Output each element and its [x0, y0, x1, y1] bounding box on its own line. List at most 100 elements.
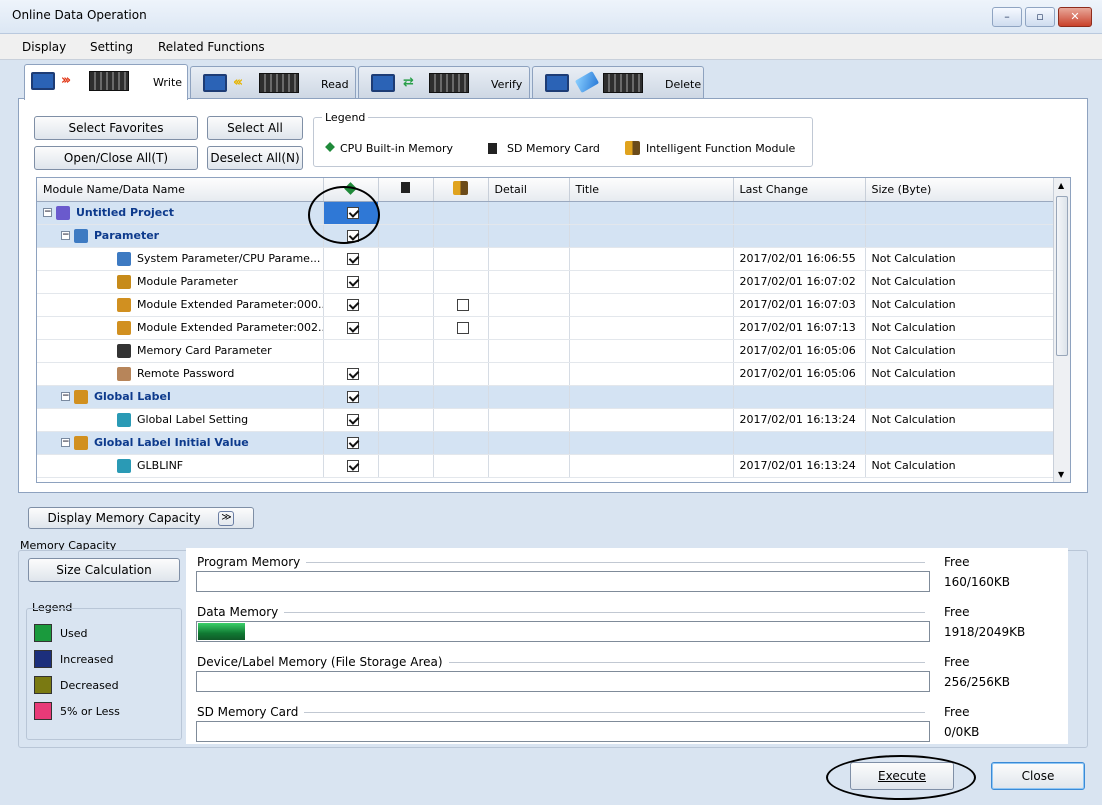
col-size[interactable]: Size (Byte): [865, 178, 1055, 202]
row-name-cell[interactable]: − Parameter: [37, 224, 324, 248]
sd-cell[interactable]: [378, 293, 434, 317]
open-close-all-button[interactable]: Open/Close All(T): [34, 146, 198, 170]
table-row[interactable]: Module Extended Parameter:002... 2017/02/…: [37, 316, 1055, 340]
cpu-cell[interactable]: [323, 431, 379, 455]
tab-verify[interactable]: ⇄ Verify: [358, 66, 530, 100]
detail-cell[interactable]: [488, 408, 570, 432]
sd-cell[interactable]: [378, 247, 434, 271]
cpu-checkbox[interactable]: [347, 322, 359, 334]
title-cell[interactable]: [569, 247, 734, 271]
detail-cell[interactable]: [488, 339, 570, 363]
row-name-cell[interactable]: Module Extended Parameter:002...: [37, 316, 324, 340]
row-name-cell[interactable]: Memory Card Parameter: [37, 339, 324, 363]
sd-cell[interactable]: [378, 224, 434, 248]
detail-cell[interactable]: [488, 362, 570, 386]
scroll-thumb[interactable]: [1056, 196, 1068, 356]
ifm-cell[interactable]: [433, 201, 489, 225]
ifm-cell[interactable]: [433, 316, 489, 340]
menu-display[interactable]: Display: [22, 40, 66, 54]
scroll-down-icon[interactable]: ▼: [1058, 470, 1064, 479]
detail-cell[interactable]: [488, 270, 570, 294]
table-row[interactable]: Module Extended Parameter:000... 2017/02/…: [37, 293, 1055, 317]
table-row[interactable]: − Parameter: [37, 224, 1055, 248]
title-cell[interactable]: [569, 362, 734, 386]
cpu-checkbox[interactable]: [347, 437, 359, 449]
cpu-checkbox[interactable]: [347, 368, 359, 380]
close-button[interactable]: Close: [991, 762, 1085, 790]
table-row[interactable]: Global Label Setting 2017/02/01 16:13:24 N…: [37, 408, 1055, 432]
col-title[interactable]: Title: [569, 178, 734, 202]
table-row[interactable]: Module Parameter 2017/02/01 16:07:02 Not C…: [37, 270, 1055, 294]
row-name-cell[interactable]: GLBLINF: [37, 454, 324, 478]
maximize-button[interactable]: ▫: [1025, 7, 1055, 27]
detail-cell[interactable]: [488, 385, 570, 409]
title-cell[interactable]: [569, 339, 734, 363]
detail-cell[interactable]: [488, 201, 570, 225]
collapse-icon[interactable]: −: [61, 438, 70, 447]
detail-cell[interactable]: [488, 316, 570, 340]
cpu-checkbox[interactable]: [347, 299, 359, 311]
title-cell[interactable]: [569, 431, 734, 455]
menu-setting[interactable]: Setting: [90, 40, 133, 54]
cpu-checkbox[interactable]: [347, 253, 359, 265]
title-cell[interactable]: [569, 224, 734, 248]
detail-cell[interactable]: [488, 431, 570, 455]
col-last-change[interactable]: Last Change: [733, 178, 866, 202]
menu-related-functions[interactable]: Related Functions: [158, 40, 265, 54]
cpu-checkbox[interactable]: [347, 391, 359, 403]
row-name-cell[interactable]: Global Label Setting: [37, 408, 324, 432]
collapse-icon[interactable]: −: [61, 392, 70, 401]
row-name-cell[interactable]: System Parameter/CPU Parame...: [37, 247, 324, 271]
cpu-cell[interactable]: [323, 454, 379, 478]
sd-cell[interactable]: [378, 385, 434, 409]
title-cell[interactable]: [569, 385, 734, 409]
cpu-cell[interactable]: [323, 339, 379, 363]
table-row[interactable]: GLBLINF 2017/02/01 16:13:24 Not Calculatio…: [37, 454, 1055, 478]
ifm-cell[interactable]: [433, 247, 489, 271]
tab-write[interactable]: ››› Write: [24, 64, 188, 100]
cpu-cell[interactable]: [323, 316, 379, 340]
cpu-checkbox[interactable]: [347, 276, 359, 288]
grid-scrollbar[interactable]: ▲ ▼: [1053, 178, 1070, 482]
ifm-cell[interactable]: [433, 431, 489, 455]
cpu-cell[interactable]: [323, 247, 379, 271]
title-cell[interactable]: [569, 293, 734, 317]
cpu-cell[interactable]: [323, 385, 379, 409]
ifm-cell[interactable]: [433, 339, 489, 363]
ifm-cell[interactable]: [433, 270, 489, 294]
title-cell[interactable]: [569, 454, 734, 478]
title-cell[interactable]: [569, 316, 734, 340]
minimize-button[interactable]: –: [992, 7, 1022, 27]
select-all-button[interactable]: Select All: [207, 116, 303, 140]
table-row[interactable]: − Untitled Project: [37, 201, 1055, 225]
tab-delete[interactable]: Delete: [532, 66, 704, 100]
row-name-cell[interactable]: − Untitled Project: [37, 201, 324, 225]
title-cell[interactable]: [569, 201, 734, 225]
cpu-cell[interactable]: [323, 362, 379, 386]
cpu-checkbox[interactable]: [347, 414, 359, 426]
detail-cell[interactable]: [488, 293, 570, 317]
cpu-cell[interactable]: [323, 270, 379, 294]
size-calculation-button[interactable]: Size Calculation: [28, 558, 180, 582]
ifm-cell[interactable]: [433, 408, 489, 432]
ifm-checkbox[interactable]: [457, 322, 469, 334]
deselect-all-button[interactable]: Deselect All(N): [207, 146, 303, 170]
ifm-cell[interactable]: [433, 362, 489, 386]
table-row[interactable]: Memory Card Parameter 2017/02/01 16:05:06…: [37, 339, 1055, 363]
window-close-button[interactable]: ✕: [1058, 7, 1092, 27]
row-name-cell[interactable]: Module Parameter: [37, 270, 324, 294]
detail-cell[interactable]: [488, 454, 570, 478]
scroll-up-icon[interactable]: ▲: [1058, 181, 1064, 190]
collapse-icon[interactable]: −: [43, 208, 52, 217]
ifm-checkbox[interactable]: [457, 299, 469, 311]
ifm-cell[interactable]: [433, 454, 489, 478]
sd-cell[interactable]: [378, 339, 434, 363]
detail-cell[interactable]: [488, 224, 570, 248]
ifm-cell[interactable]: [433, 224, 489, 248]
table-row[interactable]: − Global Label Initial Value: [37, 431, 1055, 455]
cpu-checkbox[interactable]: [347, 460, 359, 472]
row-name-cell[interactable]: Remote Password: [37, 362, 324, 386]
cpu-cell[interactable]: [323, 408, 379, 432]
sd-cell[interactable]: [378, 201, 434, 225]
sd-cell[interactable]: [378, 362, 434, 386]
